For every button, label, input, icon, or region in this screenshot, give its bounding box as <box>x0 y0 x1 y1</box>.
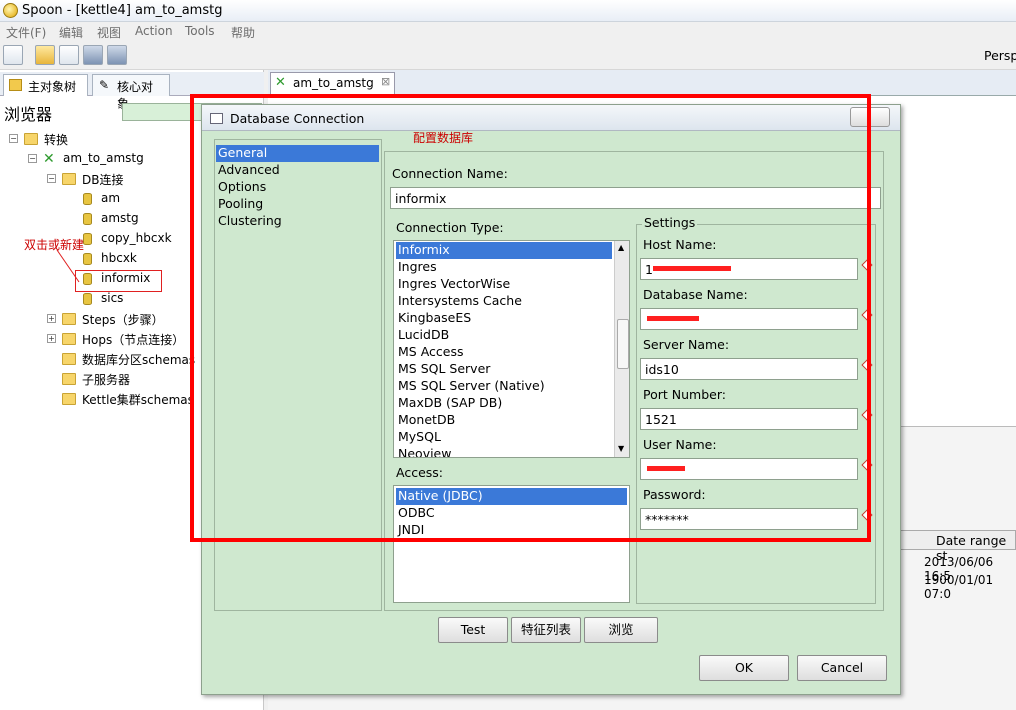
editor-tabs: ✕ am_to_amstg ⊠ <box>268 70 1016 96</box>
features-button[interactable]: 特征列表 <box>511 617 581 643</box>
open-folder-icon[interactable] <box>35 45 55 65</box>
save-icon[interactable] <box>83 45 103 65</box>
tree-item-partition-schemas[interactable]: 数据库分区schemas <box>82 351 195 368</box>
save-as-icon[interactable] <box>107 45 127 65</box>
folder-icon <box>24 133 38 145</box>
folder-icon <box>62 393 76 405</box>
editor-tab-label: am_to_amstg <box>293 76 374 90</box>
editor-tab[interactable]: ✕ am_to_amstg ⊠ <box>270 72 395 96</box>
menu-file[interactable]: 文件(F) <box>6 24 46 41</box>
tree-item-db-connections[interactable]: DB连接 <box>82 171 123 188</box>
expander-plus[interactable]: + <box>47 334 56 343</box>
test-button[interactable]: Test <box>438 617 508 643</box>
expander-minus[interactable]: − <box>28 154 37 163</box>
tree-item-db-sics[interactable]: sics <box>101 291 123 305</box>
window-titlebar: Spoon - [kettle4] am_to_amstg <box>0 0 1016 22</box>
tree-item-steps[interactable]: Steps（步骤） <box>82 311 164 328</box>
tree-item-transform[interactable]: 转换 <box>44 131 68 148</box>
folder-icon <box>62 353 76 365</box>
tree-tab-icon <box>9 79 22 91</box>
folder-icon <box>62 373 76 385</box>
pencil-icon: ✎ <box>99 78 110 92</box>
menu-help[interactable]: 帮助 <box>231 24 255 41</box>
folder-icon <box>62 333 76 345</box>
tree-item-slave-servers[interactable]: 子服务器 <box>82 371 130 388</box>
folder-icon <box>62 173 76 185</box>
tree-item-hops[interactable]: Hops（节点连接） <box>82 331 184 348</box>
left-tabs: 主对象树 ✎ 核心对象 <box>0 72 264 111</box>
transformation-icon: ✕ <box>275 75 286 90</box>
close-tab-icon[interactable]: ⊠ <box>381 75 390 88</box>
database-icon <box>83 293 92 305</box>
browser-label: 浏览器 <box>4 105 53 124</box>
window-title: Spoon - [kettle4] am_to_amstg <box>22 3 223 18</box>
tab-main-tree-label: 主对象树 <box>28 80 77 94</box>
tree-item-db-copy-hbcxk[interactable]: copy_hbcxk <box>101 231 172 245</box>
menu-bar: 文件(F) 编辑 视图 Action Tools 帮助 <box>0 22 1016 42</box>
expander-plus[interactable]: + <box>47 314 56 323</box>
explore-repository-icon[interactable] <box>59 45 79 65</box>
tree-item-am-to-amstg[interactable]: am_to_amstg <box>63 151 144 165</box>
highlight-rectangle <box>190 94 871 542</box>
tree-item-db-amstg[interactable]: amstg <box>101 211 139 225</box>
new-file-icon[interactable] <box>3 45 23 65</box>
database-icon <box>83 233 92 245</box>
menu-action[interactable]: Action <box>135 24 173 38</box>
tab-core-objects[interactable]: ✎ 核心对象 <box>92 74 170 111</box>
tree-item-cluster-schemas[interactable]: Kettle集群schemas <box>82 391 194 408</box>
perspective-label[interactable]: Persp <box>984 48 1016 63</box>
main-toolbar: Persp <box>0 42 1016 70</box>
cancel-button[interactable]: Cancel <box>797 655 887 681</box>
database-icon <box>83 213 92 225</box>
menu-edit[interactable]: 编辑 <box>59 24 83 41</box>
tree-item-db-hbcxk[interactable]: hbcxk <box>101 251 137 265</box>
ok-button[interactable]: OK <box>699 655 789 681</box>
results-row: 1900/01/01 07:0 <box>924 573 994 601</box>
transformation-icon: ✕ <box>43 151 55 167</box>
database-icon <box>83 193 92 205</box>
tree-item-db-am[interactable]: am <box>101 191 120 205</box>
expander-minus[interactable]: − <box>47 174 56 183</box>
informix-highlight-box <box>75 270 162 292</box>
app-logo-icon <box>3 3 18 18</box>
menu-tools[interactable]: Tools <box>185 24 215 38</box>
expander-minus[interactable]: − <box>9 134 18 143</box>
menu-view[interactable]: 视图 <box>97 24 121 41</box>
folder-icon <box>62 313 76 325</box>
explore-button[interactable]: 浏览 <box>584 617 658 643</box>
tab-main-tree[interactable]: 主对象树 <box>3 74 88 96</box>
annotation-arrow <box>56 249 80 283</box>
